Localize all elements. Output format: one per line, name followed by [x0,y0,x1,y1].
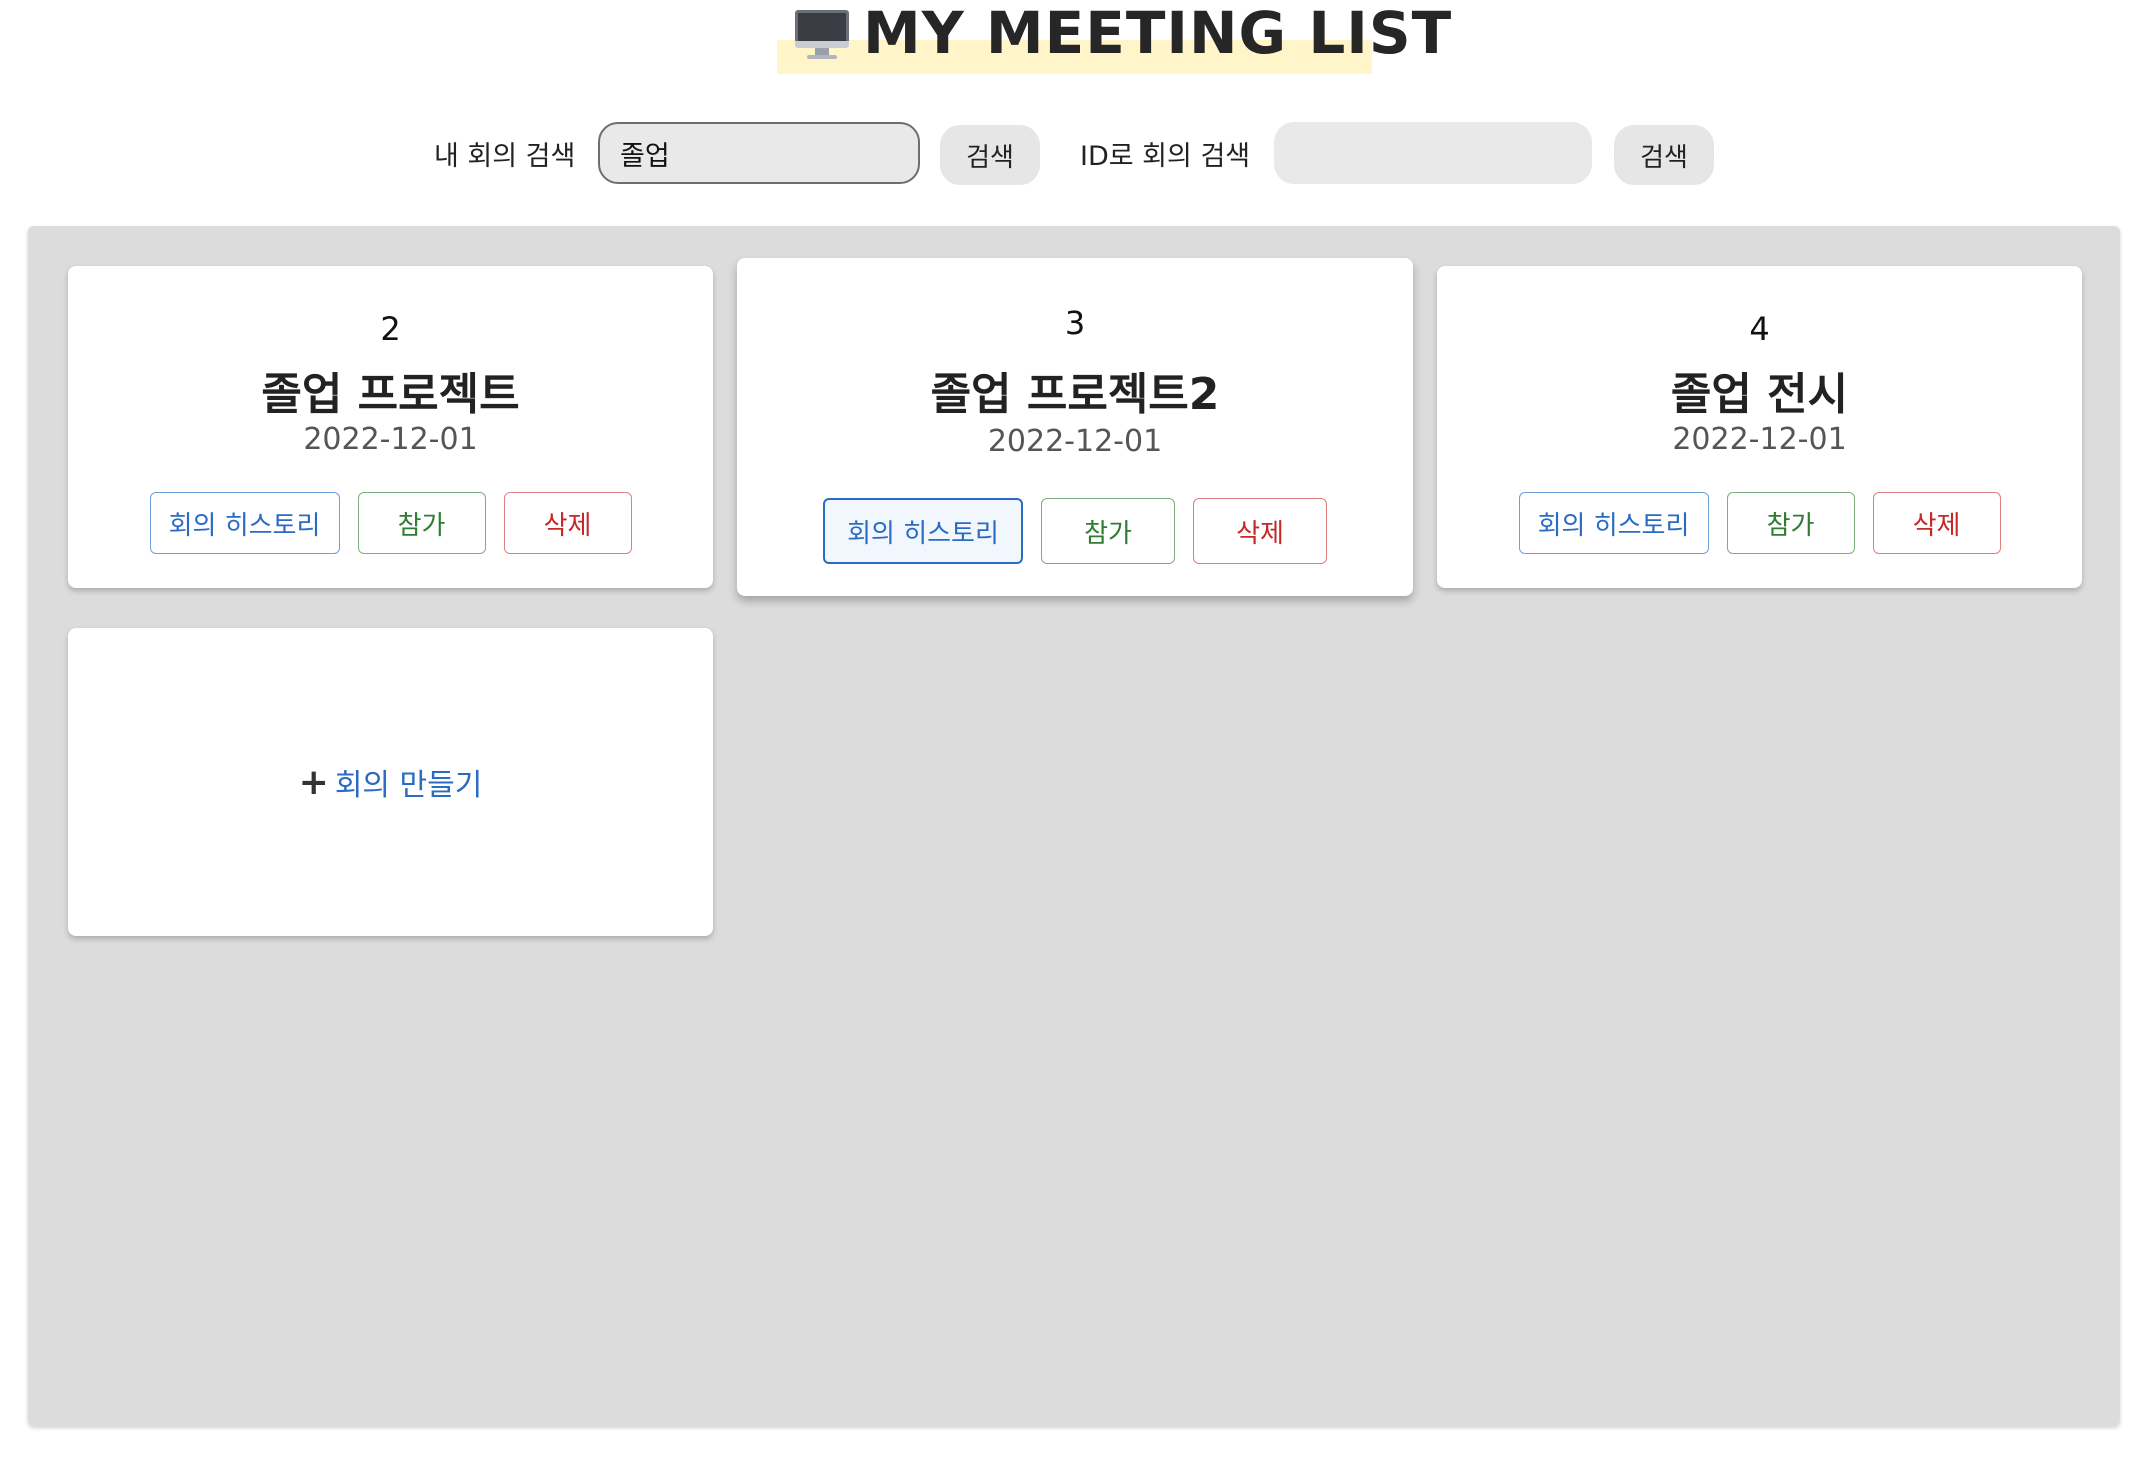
meeting-name: 졸업 프로젝트2 [930,369,1220,420]
meeting-card: 4 졸업 전시 2022-12-01 회의 히스토리 참가 삭제 [1437,266,2082,588]
meeting-board: 2 졸업 프로젝트 2022-12-01 회의 히스토리 참가 삭제 3 졸업 … [28,226,2120,1426]
page-title: MY MEETING LIST [795,0,1453,67]
plus-icon: + [298,761,329,803]
join-meeting-button[interactable]: 참가 [1041,498,1175,564]
desktop-computer-icon [795,8,849,59]
meeting-date: 2022-12-01 [1672,422,1847,457]
page-title-text: MY MEETING LIST [863,0,1453,67]
meeting-card: 3 졸업 프로젝트2 2022-12-01 회의 히스토리 참가 삭제 [737,258,1413,596]
id-search-label: ID로 회의 검색 [1080,141,1251,172]
meeting-actions: 회의 히스토리 참가 삭제 [1437,492,2082,554]
page-header: MY MEETING LIST [0,0,2144,80]
join-meeting-button[interactable]: 참가 [357,492,486,554]
id-search-button[interactable]: 검색 [1614,125,1714,185]
meeting-date: 2022-12-01 [303,422,478,457]
meeting-card: 2 졸업 프로젝트 2022-12-01 회의 히스토리 참가 삭제 [68,266,713,588]
create-meeting-card[interactable]: + 회의 만들기 [68,628,713,936]
meeting-name: 졸업 프로젝트 [261,369,520,420]
meeting-name: 졸업 전시 [1670,369,1849,420]
delete-meeting-button[interactable]: 삭제 [1193,498,1327,564]
delete-meeting-button[interactable]: 삭제 [503,492,632,554]
delete-meeting-button[interactable]: 삭제 [1872,492,2001,554]
create-meeting-label: 회의 만들기 [334,768,483,803]
search-bar: 내 회의 검색 검색 ID로 회의 검색 검색 [0,122,2144,188]
meeting-actions: 회의 히스토리 참가 삭제 [737,498,1413,564]
meeting-id: 3 [1064,304,1086,342]
meeting-id: 4 [1749,310,1770,348]
my-meeting-search-label: 내 회의 검색 [434,141,576,172]
meeting-date: 2022-12-01 [987,424,1163,459]
meeting-id: 2 [380,310,401,348]
my-meeting-search-button[interactable]: 검색 [940,125,1040,185]
meeting-history-button[interactable]: 회의 히스토리 [1518,492,1709,554]
create-meeting-link[interactable]: + 회의 만들기 [68,628,713,936]
meeting-history-button[interactable]: 회의 히스토리 [823,498,1023,564]
id-search-input[interactable] [1274,122,1592,184]
join-meeting-button[interactable]: 참가 [1726,492,1855,554]
meeting-history-button[interactable]: 회의 히스토리 [149,492,340,554]
my-meeting-search-input[interactable] [598,122,920,184]
meeting-actions: 회의 히스토리 참가 삭제 [68,492,713,554]
